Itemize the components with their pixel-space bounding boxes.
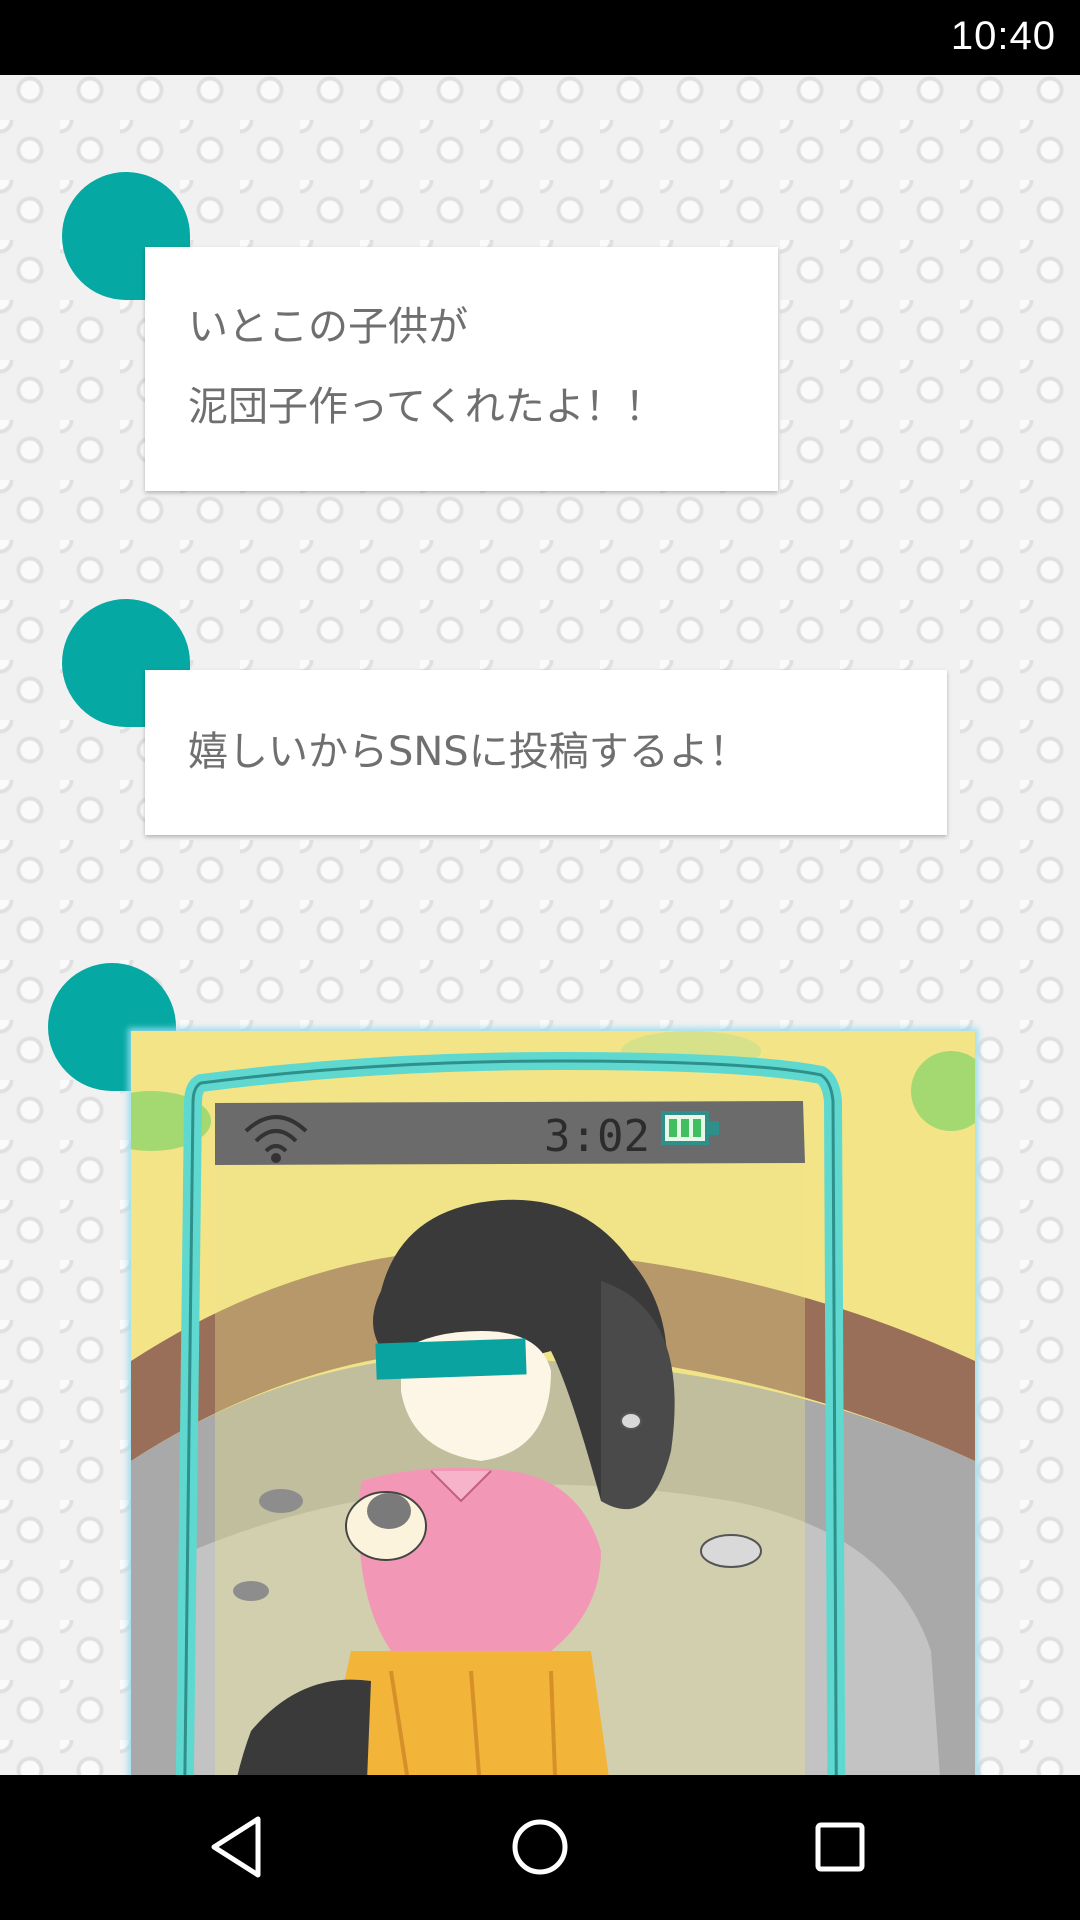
- phone-clock: 3:02: [544, 1111, 650, 1162]
- navigation-bar: [0, 1775, 1080, 1920]
- status-clock: 10:40: [950, 14, 1056, 58]
- recents-icon[interactable]: [800, 1807, 880, 1887]
- back-icon[interactable]: [200, 1807, 280, 1887]
- message-line: 泥団子作ってくれたよ！！: [188, 384, 665, 430]
- home-icon[interactable]: [500, 1807, 580, 1887]
- status-bar: 10:40: [0, 0, 1080, 75]
- chat-screen: 10:40 3:02: [0, 0, 1080, 1920]
- message-line: いとこの子供が: [188, 304, 468, 350]
- censor-bar: [375, 1338, 527, 1380]
- message-line: 嬉しいからSNSに投稿するよ！: [188, 729, 749, 775]
